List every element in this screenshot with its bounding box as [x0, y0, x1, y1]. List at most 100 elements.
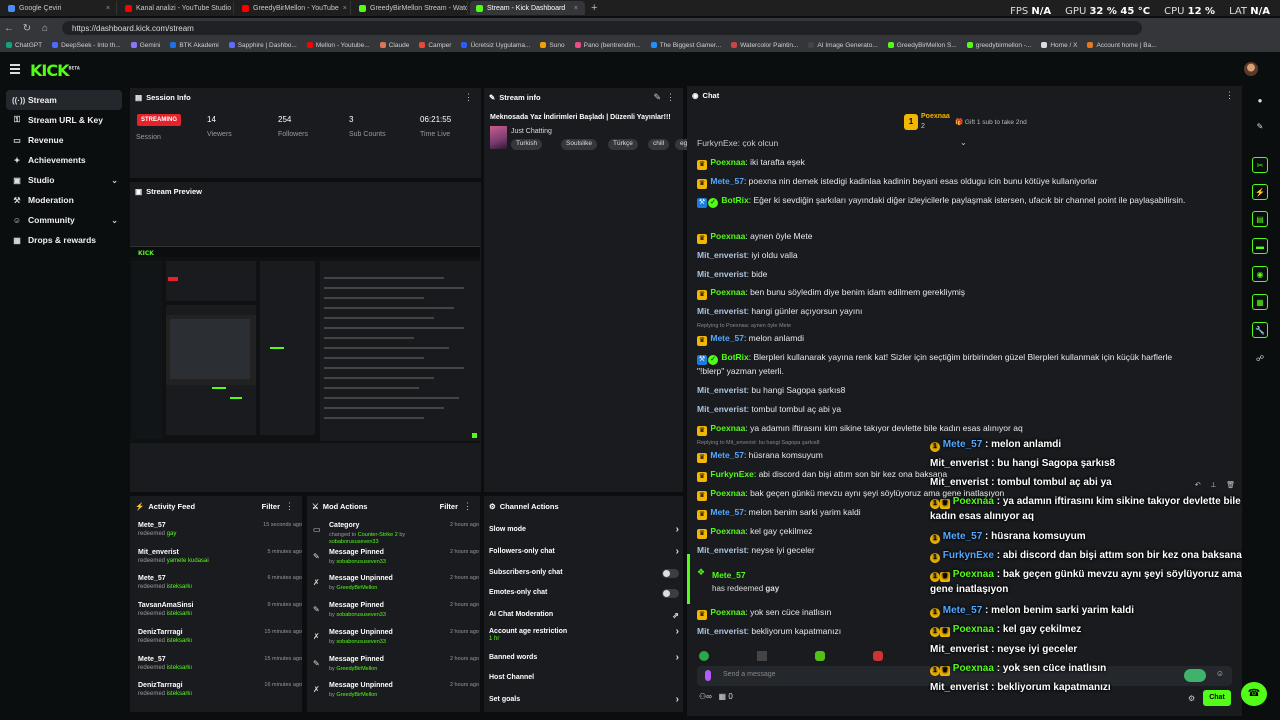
chat-message[interactable]: ♛ Mete_57: poexna nin demek istedigi kad…: [697, 175, 1197, 189]
points-display[interactable]: ⚇∞ ▦ 0: [699, 692, 733, 701]
list-item[interactable]: TavsanAmaSinsi redeemed isteksarkı 9 minut…: [138, 602, 302, 629]
browser-tab[interactable]: Kanal analizi - YouTube Studio×: [119, 1, 234, 15]
chat-message[interactable]: Mit_enverist: bu hangi Sagopa şarkıs8: [697, 384, 1197, 397]
more-icon[interactable]: ⋮: [464, 92, 473, 103]
browser-tab[interactable]: Google Çeviri ×: [2, 1, 117, 15]
chat-username[interactable]: Poexnaa: [710, 231, 745, 241]
emote-icon[interactable]: [699, 651, 709, 661]
settings-icon[interactable]: ⚙: [1188, 694, 1195, 703]
chat-username[interactable]: Poexnaa: [710, 488, 745, 498]
users-icon[interactable]: ☍: [1252, 351, 1268, 367]
chevron-right-icon[interactable]: ›: [676, 694, 679, 705]
tag-chip[interactable]: Türkçe: [608, 139, 638, 150]
sidebar-item-stream-url-key[interactable]: ⚿ Stream URL & Key: [6, 110, 122, 130]
list-item[interactable]: ✎ Message Pinned by GreedyBirMellon 2 hours…: [313, 656, 479, 683]
bookmark-item[interactable]: Pano (bentrendim...: [574, 42, 641, 49]
reply-context[interactable]: Replying to Poexnaa: aynen öyle Mete: [697, 323, 791, 329]
browser-tab[interactable]: GreedyBirMellon - YouTube ×: [236, 1, 351, 15]
bookmark-item[interactable]: Home / X: [1041, 42, 1077, 49]
avatar[interactable]: [1244, 62, 1258, 76]
bookmark-item[interactable]: The Biggest Gamer...: [650, 42, 721, 49]
channel-action-followers-only-chat[interactable]: Followers-only chat ›: [489, 546, 679, 568]
hamburger-menu-icon[interactable]: [10, 64, 20, 74]
mod-action-user[interactable]: sobaborususeven33: [329, 539, 379, 545]
more-icon[interactable]: ⋮: [285, 501, 294, 512]
chevron-down-icon[interactable]: ⌄: [111, 216, 118, 225]
chat-message[interactable]: ⚒ ✓ BotRix: Blerpleri kullanarak yayına r…: [697, 351, 1197, 378]
channel-action-subscribers-only-chat[interactable]: Subscribers-only chat: [489, 569, 679, 589]
chat-message[interactable]: Mit_enverist: iyi oldu valla: [697, 249, 1197, 262]
mod-action-user[interactable]: GreedyBirMellon: [336, 666, 377, 672]
chevron-right-icon[interactable]: ›: [676, 626, 679, 637]
chat-message[interactable]: Mit_enverist: bide: [697, 268, 1197, 281]
chevron-right-icon[interactable]: ›: [676, 524, 679, 535]
reload-icon[interactable]: ↻: [18, 23, 36, 34]
chat-message[interactable]: ♛ Mete_57: melon anlamdi: [697, 332, 1197, 346]
document-icon[interactable]: ▤: [1252, 211, 1268, 227]
list-item[interactable]: ✎ Message Pinned by sobaborususeven33 2 hou…: [313, 602, 479, 629]
list-item[interactable]: ▭ Category changed to Counter-Strike 2 by …: [313, 522, 479, 549]
emote-icon[interactable]: [873, 651, 883, 661]
chat-message[interactable]: ♛ Poexnaa: aynen öyle Mete: [697, 230, 1197, 244]
chat-username[interactable]: Poexnaa: [710, 157, 745, 167]
list-item[interactable]: Mete_57 redeemed isteksarkı 6 minutes ago: [138, 575, 302, 602]
chat-username[interactable]: Mete_57: [710, 333, 744, 343]
list-item[interactable]: ✎ Message Pinned by sobaborususeven33 2 hou…: [313, 549, 479, 576]
top-gifter-name[interactable]: Poexnaa: [921, 113, 950, 120]
bookmark-item[interactable]: Mellon - Youtube...: [306, 42, 370, 49]
bookmark-item[interactable]: ChatGPT: [6, 42, 42, 49]
list-item[interactable]: DenizTarrragi redeemed isteksarkı 16 minut…: [138, 682, 302, 709]
bookmark-item[interactable]: Camper: [419, 42, 451, 49]
chevron-down-icon[interactable]: ⌄: [111, 176, 118, 185]
external-link-icon[interactable]: ⇗: [672, 611, 679, 620]
mod-action-user[interactable]: sobaborususeven33: [336, 639, 386, 645]
list-item[interactable]: ✗ Message Unpinned by sobaborususeven33 2 h…: [313, 629, 479, 656]
chat-message[interactable]: Mit_enverist: tombul tombul aç abi ya: [697, 403, 1197, 416]
bookmark-item[interactable]: BTK Akademi: [170, 42, 219, 49]
calendar-icon[interactable]: ▦: [1252, 294, 1268, 310]
bookmark-item[interactable]: Watercolor Paintin...: [731, 42, 798, 49]
list-item[interactable]: Mit_enverist redeemed yamete kudasai 5 min…: [138, 549, 302, 576]
list-item[interactable]: DenizTarrragi redeemed isteksarkı 15 minut…: [138, 629, 302, 656]
chat-username[interactable]: Mete_57: [710, 450, 744, 460]
tag-chip[interactable]: chill: [648, 139, 670, 150]
chat-username[interactable]: Poexnaa: [710, 287, 745, 297]
sidebar-item-revenue[interactable]: ▭ Revenue: [6, 130, 122, 150]
filter-button[interactable]: Filter: [440, 502, 458, 511]
mod-action-user[interactable]: GreedyBirMellon: [336, 692, 377, 698]
chat-username[interactable]: Poexnaa: [710, 607, 745, 617]
chat-message[interactable]: ♛ Poexnaa: iki tarafta eşek: [697, 156, 1197, 170]
bookmark-item[interactable]: greedybirmellon -...: [966, 42, 1031, 49]
channel-action-host-channel[interactable]: Host Channel: [489, 674, 679, 694]
chat-username[interactable]: Mete_57: [710, 507, 744, 517]
close-icon[interactable]: ×: [343, 5, 347, 12]
chat-username[interactable]: Poexnaa: [710, 423, 745, 433]
more-icon[interactable]: ⋮: [666, 92, 675, 103]
channel-action-set-goals[interactable]: Set goals ›: [489, 694, 679, 716]
bookmark-item[interactable]: Account home | Ba...: [1087, 42, 1157, 49]
chat-username[interactable]: Mit_enverist: [697, 404, 747, 414]
kick-logo[interactable]: KICKBETA: [30, 61, 80, 80]
bookmark-item[interactable]: Sapphire | Dashbo...: [228, 42, 297, 49]
tag-chip[interactable]: Soulslike: [561, 139, 598, 150]
chat-username[interactable]: Mit_enverist: [697, 306, 747, 316]
bookmark-item[interactable]: AI Image Generato...: [808, 42, 878, 49]
bookmark-item[interactable]: DeepSeek - Into th...: [52, 42, 121, 49]
chat-bubble-icon[interactable]: ▬: [1252, 238, 1268, 254]
chat-username[interactable]: Mit_enverist: [697, 626, 747, 636]
bookmark-item[interactable]: Claude: [379, 42, 409, 49]
sidebar-item-moderation[interactable]: ⚒ Moderation: [6, 190, 122, 210]
sidebar-item-community[interactable]: ☺ Community ⌄: [6, 210, 122, 230]
reply-context[interactable]: Replying to Mit_enverist: bu hangi Sagop…: [697, 440, 820, 446]
edit-icon[interactable]: ✎: [653, 92, 661, 103]
bookmark-item[interactable]: Gemini: [130, 42, 160, 49]
more-icon[interactable]: ⋮: [1225, 90, 1234, 101]
list-item[interactable]: Mete_57 redeemed gay 15 seconds ago: [138, 522, 302, 549]
chat-username[interactable]: FurkynExe: [710, 469, 753, 479]
chat-message[interactable]: ⚒ ✓ BotRix: Eğer ki sevdiğin şarkıları ya…: [697, 194, 1197, 208]
chevron-right-icon[interactable]: ›: [676, 546, 679, 557]
channel-action-slow-mode[interactable]: Slow mode ›: [489, 524, 679, 546]
bookmark-item[interactable]: GreedyBirMellon S...: [887, 42, 957, 49]
more-icon[interactable]: ⋮: [463, 501, 472, 512]
mod-action-user[interactable]: sobaborususeven33: [336, 559, 386, 565]
